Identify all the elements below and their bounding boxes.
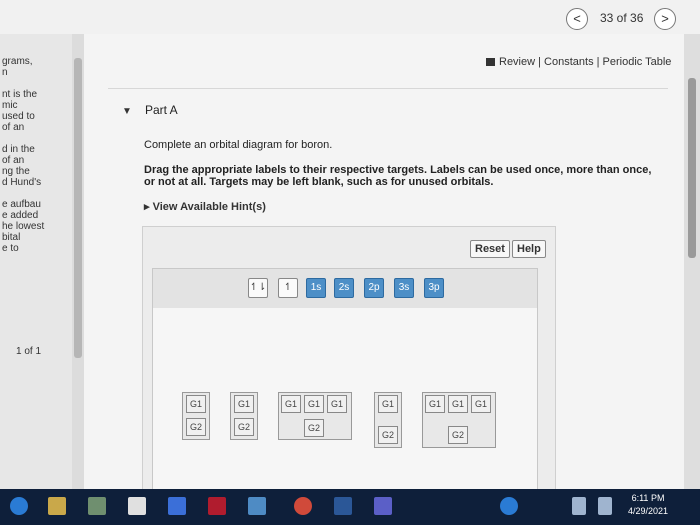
teams-icon[interactable] [374, 497, 392, 515]
side-text-line: n [2, 67, 8, 78]
target-g2[interactable]: G2 [186, 418, 206, 436]
file-explorer-icon[interactable] [48, 497, 66, 515]
side-text-line: e added [2, 210, 39, 221]
label-2p[interactable]: 2p [364, 278, 384, 298]
help-icon[interactable] [500, 497, 518, 515]
word-icon[interactable] [334, 497, 352, 515]
side-text-line [2, 188, 44, 199]
label-3p[interactable]: 3p [424, 278, 444, 298]
target-g2[interactable]: G2 [234, 418, 254, 436]
clock[interactable]: 6:11 PM 4/29/2021 [628, 492, 668, 518]
label-paired-electrons[interactable]: ↿⇂ [248, 278, 268, 298]
battery-icon[interactable] [572, 497, 586, 515]
start-icon[interactable] [10, 497, 28, 515]
reset-button[interactable]: Reset [470, 240, 510, 258]
chrome-icon[interactable] [294, 497, 312, 515]
target-g1[interactable]: G1 [448, 395, 468, 413]
target-g2[interactable]: G2 [378, 426, 398, 444]
help-button[interactable]: Help [512, 240, 546, 258]
side-text-line: ng the [2, 166, 30, 177]
question-prompt: Complete an orbital diagram for boron. [144, 139, 333, 151]
label-single-electron[interactable]: ↿ [278, 278, 298, 298]
question-counter: 33 of 36 [600, 11, 644, 25]
side-text-line: nt is the [2, 89, 38, 100]
target-g1[interactable]: G1 [471, 395, 491, 413]
side-text-line: grams, [2, 56, 33, 67]
target-g1[interactable]: G1 [234, 395, 254, 413]
next-question-button[interactable]: > [654, 8, 676, 30]
target-g1[interactable]: G1 [281, 395, 301, 413]
label-3s[interactable]: 3s [394, 278, 414, 298]
side-text-line: e to [2, 243, 19, 254]
side-text-line: bital [2, 232, 21, 243]
netflix-icon[interactable] [208, 497, 226, 515]
target-g1[interactable]: G1 [186, 395, 206, 413]
question-instructions: Drag the appropriate labels to their res… [144, 164, 652, 188]
side-text-line: he lowest [2, 221, 45, 232]
photos-icon[interactable] [248, 497, 266, 515]
side-text-line: used to [2, 111, 35, 122]
top-bar [0, 0, 700, 34]
collapse-triangle-icon[interactable]: ▼ [122, 106, 132, 117]
side-text-line: mic [2, 100, 18, 111]
hint-label[interactable]: View Available Hint(s) [153, 201, 266, 213]
target-g2[interactable]: G2 [304, 419, 324, 437]
target-g1[interactable]: G1 [304, 395, 324, 413]
page-scrollbar-thumb[interactable] [688, 78, 696, 258]
resource-links[interactable]: Review | Constants | Periodic Table [486, 56, 671, 68]
side-text-line: d Hund's [2, 177, 42, 188]
side-text-line: of an [2, 122, 25, 133]
label-2s[interactable]: 2s [334, 278, 354, 298]
side-scrollbar[interactable] [72, 34, 84, 489]
side-text-line: of an [2, 155, 25, 166]
target-g1[interactable]: G1 [327, 395, 347, 413]
volume-icon[interactable] [598, 497, 612, 515]
amazon-icon[interactable] [128, 497, 146, 515]
calculator-icon[interactable] [88, 497, 106, 515]
side-text-line: e aufbau [2, 199, 41, 210]
part-title: Part A [145, 103, 178, 117]
resource-links-label[interactable]: Review | Constants | Periodic Table [499, 56, 671, 68]
side-text-line: d in the [2, 144, 35, 155]
side-panel: grams, n nt is the mic used to of an d in th… [0, 34, 72, 489]
side-page-indicator: 1 of 1 [16, 346, 42, 357]
label-1s[interactable]: 1s [306, 278, 326, 298]
clock-time: 6:11 PM [631, 493, 665, 503]
target-g2[interactable]: G2 [448, 426, 468, 444]
target-g1[interactable]: G1 [425, 395, 445, 413]
target-g1[interactable]: G1 [378, 395, 398, 413]
hint-link[interactable]: ▸ View Available Hint(s) [144, 200, 266, 213]
side-text-line [2, 78, 44, 89]
dropbox-icon[interactable] [168, 497, 186, 515]
divider [108, 88, 668, 89]
bookmark-icon [486, 58, 495, 67]
expand-triangle-icon: ▸ [144, 201, 153, 213]
side-scrollbar-thumb[interactable] [74, 58, 82, 358]
clock-date: 4/29/2021 [628, 506, 669, 516]
prev-question-button[interactable]: < [566, 8, 588, 30]
side-text-line [2, 133, 44, 144]
